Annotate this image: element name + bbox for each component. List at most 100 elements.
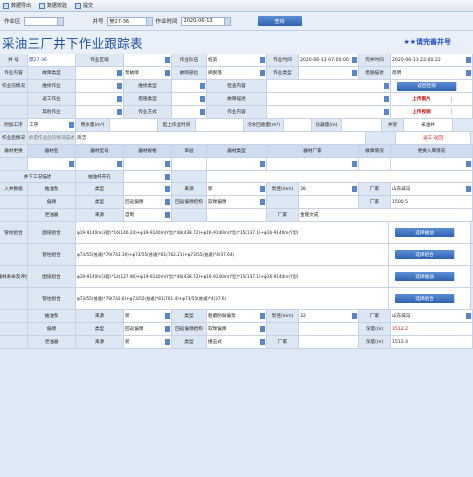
- field-select[interactable]: [267, 80, 391, 92]
- field-select[interactable]: [267, 106, 391, 118]
- field-select[interactable]: [267, 93, 391, 105]
- field-select[interactable]: [76, 67, 124, 79]
- field-label: 类型: [76, 323, 124, 335]
- field-select[interactable]: [76, 93, 124, 105]
- field-label: 作业队伍: [172, 54, 207, 66]
- field-select[interactable]: 38: [299, 183, 359, 195]
- field-input[interactable]: 1500.5: [391, 196, 473, 208]
- field-select[interactable]: [76, 106, 124, 118]
- field-select[interactable]: [124, 158, 172, 170]
- field-select[interactable]: [28, 158, 76, 170]
- select-combo-button[interactable]: 选择组合: [395, 294, 455, 303]
- field-input[interactable]: [299, 323, 359, 335]
- date-field[interactable]: 2020-06-13: [180, 16, 231, 26]
- field-input[interactable]: [299, 196, 359, 208]
- date-field[interactable]: 2020-06-13 22:00:22: [391, 54, 473, 66]
- field-select[interactable]: 新: [207, 183, 267, 195]
- well-label: 井号: [92, 19, 104, 25]
- field-input[interactable]: [284, 119, 312, 131]
- field-input[interactable]: [299, 336, 359, 348]
- field-select[interactable]: [172, 106, 207, 118]
- zone-label: 作业区: [4, 19, 21, 25]
- section-label: 附加工序: [0, 119, 28, 131]
- field-select[interactable]: 阀脱落: [207, 67, 267, 79]
- field-select[interactable]: [267, 158, 359, 170]
- field-select[interactable]: 自制: [124, 209, 172, 221]
- field-select[interactable]: [299, 67, 359, 79]
- field-select[interactable]: 泵故障: [124, 67, 172, 79]
- field-label: 偏颈: [28, 323, 76, 335]
- query-button[interactable]: 查询: [257, 16, 302, 26]
- field-label: 完井时间: [359, 54, 391, 66]
- field-select[interactable]: [124, 171, 172, 182]
- section-label: [0, 310, 28, 322]
- field-label: 厂家: [267, 209, 299, 221]
- field-label: 故障类型: [28, 67, 76, 79]
- depth-value[interactable]: 1512.4: [391, 336, 473, 348]
- field-select[interactable]: 桩第: [207, 54, 267, 66]
- field-select[interactable]: 耐磨防垢偏泵: [207, 310, 267, 322]
- field-input[interactable]: [196, 119, 244, 131]
- description-input[interactable]: 简洁: [76, 132, 366, 144]
- field-select[interactable]: 新: [124, 310, 172, 322]
- return-check-button[interactable]: 返回检测: [397, 81, 457, 91]
- field-select[interactable]: 回返偏颈: [124, 196, 172, 208]
- field-input[interactable]: [172, 158, 207, 170]
- upload-video-button[interactable]: 上传视频: [392, 109, 452, 115]
- field-label: 图纸组合: [28, 266, 76, 287]
- field-select[interactable]: [391, 158, 473, 170]
- upload-image-button[interactable]: 上传图片: [392, 96, 452, 102]
- field-select[interactable]: 回返偏颈: [124, 323, 172, 335]
- field-input[interactable]: [207, 171, 473, 182]
- section-label: 作业内容: [0, 67, 28, 79]
- field-label: [172, 209, 207, 221]
- field-select[interactable]: [76, 158, 124, 170]
- field-label: 深度(m): [359, 336, 391, 348]
- zone-select[interactable]: [23, 16, 64, 26]
- combo-text: φ73/55(普通)*79(742.6)+φ73/55(普通)*81(761.4…: [76, 288, 389, 309]
- field-select[interactable]: 软球偏颈: [207, 196, 267, 208]
- export-button[interactable]: 数据导出: [3, 2, 31, 9]
- field-input[interactable]: [359, 158, 391, 170]
- submit-button[interactable]: 提交: [75, 2, 93, 9]
- field-input[interactable]: [207, 209, 267, 221]
- well-select[interactable]: 樊27-36: [106, 16, 153, 26]
- date-label: 作业时间: [155, 19, 178, 25]
- section-label: [0, 209, 28, 221]
- field-select[interactable]: [172, 80, 207, 92]
- section-label: 管柱组合: [0, 222, 28, 243]
- field-select[interactable]: 简明: [391, 67, 473, 79]
- field-input[interactable]: [110, 119, 158, 131]
- field-input[interactable]: 金隆文成: [299, 209, 473, 221]
- field-label: 泄油器: [28, 336, 76, 348]
- field-input[interactable]: [342, 119, 382, 131]
- field-select[interactable]: 山东威马: [391, 310, 473, 322]
- select-pump-button[interactable]: 选择抽油: [395, 228, 455, 237]
- field-select[interactable]: 32: [299, 310, 359, 322]
- field-label: 用水量(m³): [76, 119, 110, 131]
- field-label: 来源: [76, 209, 124, 221]
- field-select[interactable]: [172, 93, 207, 105]
- select-combo-button[interactable]: 选择组合: [395, 250, 455, 259]
- field-label: 偏颈: [28, 196, 76, 208]
- field-select[interactable]: [76, 80, 124, 92]
- field-label: 管柱组合: [28, 244, 76, 265]
- field-label: 类型: [76, 183, 124, 195]
- field-label: 来源: [76, 336, 124, 348]
- field-label: 厂家: [359, 183, 391, 195]
- field-select[interactable]: 撞击式: [207, 336, 267, 348]
- select-pump-button[interactable]: 选择抽油: [395, 272, 455, 281]
- field-select[interactable]: 新: [124, 336, 172, 348]
- field-select[interactable]: [124, 54, 172, 66]
- check-button[interactable]: 数据校验: [39, 2, 67, 9]
- page-title: 采油三厂井下作业跟踪表: [2, 36, 143, 51]
- field-select[interactable]: 山东威马: [391, 183, 473, 195]
- depth-value[interactable]: 1512.2: [391, 323, 473, 335]
- date-field[interactable]: 2020-06-13 07:00:00: [299, 54, 359, 66]
- field-select[interactable]: 工序: [28, 119, 76, 131]
- rework-radio[interactable]: 返工 返回: [396, 132, 471, 144]
- field-select[interactable]: [207, 158, 267, 170]
- field-select[interactable]: [124, 183, 172, 195]
- field-label: 承诺作业后的情况描述: [28, 132, 76, 144]
- field-select[interactable]: 软球偏颈: [207, 323, 267, 335]
